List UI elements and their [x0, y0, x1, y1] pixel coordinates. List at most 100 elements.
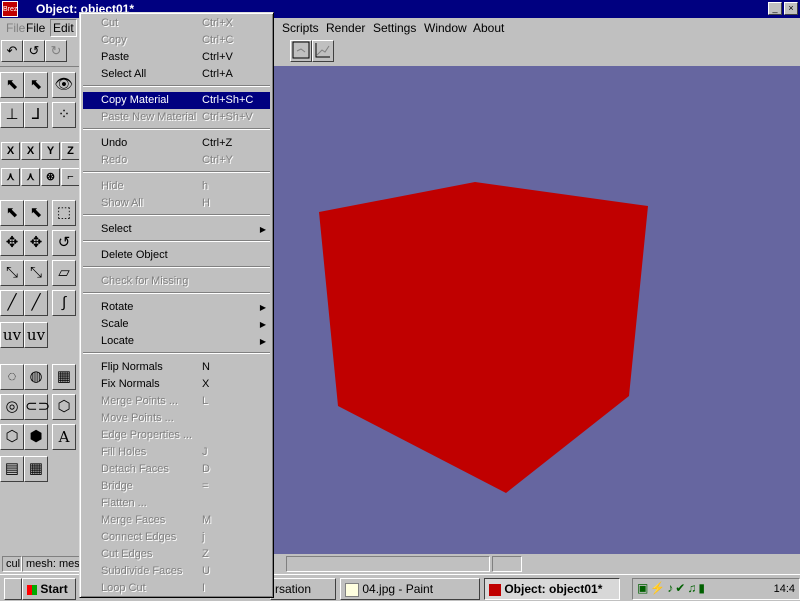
menu-item-label: Cut — [101, 17, 119, 29]
menu-item-shortcut: Ctrl+Y — [202, 154, 233, 166]
points-icon[interactable]: ⁘ — [52, 102, 76, 128]
menu-item-paste[interactable]: Paste Ctrl+V — [83, 49, 270, 66]
menu-item-label: Undo — [101, 137, 128, 149]
menu-about[interactable]: About — [471, 20, 506, 36]
quick-launch-icon[interactable] — [4, 578, 22, 600]
axis-x-button[interactable]: X — [1, 142, 20, 160]
text-tool-button[interactable]: A — [52, 424, 76, 450]
menu-item-hide: Hide h — [83, 178, 270, 195]
task-paint[interactable]: 04.jpg - Paint — [340, 578, 480, 600]
sphere-icon[interactable]: ◍ — [24, 364, 48, 390]
menu-item-label: Paste — [101, 51, 130, 63]
clock[interactable]: 14:4 — [774, 581, 795, 597]
scale-icon[interactable]: ⤡ — [0, 260, 24, 286]
menu-item-select[interactable]: Select ▶ — [83, 221, 270, 238]
curve-icon[interactable]: ∫ — [52, 290, 76, 316]
hexagon-outline-icon[interactable]: ⬡ — [0, 424, 24, 450]
scale-alt-icon[interactable]: ⤡ — [24, 260, 48, 286]
axis-y-button[interactable]: Y — [41, 142, 60, 160]
cylinder-icon[interactable]: ◎ — [0, 394, 24, 420]
redo-icon[interactable]: ↻ — [45, 40, 67, 62]
select-arrow-alt-icon[interactable]: ⬉ — [24, 72, 48, 98]
eye-icon[interactable]: 👁 — [52, 72, 76, 98]
axis-x2-button[interactable]: X — [21, 142, 40, 160]
marquee-select-icon[interactable]: ⬚ — [52, 200, 76, 226]
menu-item-flip-normals[interactable]: Flip Normals N — [83, 359, 270, 376]
undo-curve-icon[interactable]: ↺ — [23, 40, 45, 62]
system-tray: ▣⚡♪✔♫▮ 14:4 — [632, 578, 800, 600]
uv-button[interactable]: uv — [0, 322, 24, 348]
start-button[interactable]: Start — [22, 578, 76, 600]
geosphere-icon[interactable]: ⬡ — [52, 394, 76, 420]
table-alt-icon[interactable]: ▦ — [24, 456, 48, 482]
menu-item-fix-normals[interactable]: Fix Normals X — [83, 376, 270, 393]
axis-icon[interactable]: ⊥ — [0, 102, 24, 128]
menu-item-shortcut: J — [202, 446, 208, 458]
menu-item-label: Detach Faces — [101, 463, 169, 475]
task-object[interactable]: Object: object01* — [484, 578, 620, 600]
menu-file[interactable]: File — [24, 20, 47, 36]
rotate-icon[interactable]: ↺ — [52, 230, 76, 256]
menu-item-copy-material[interactable]: Copy Material Ctrl+Sh+C — [83, 92, 270, 109]
menu-item-shortcut: L — [202, 395, 209, 407]
corner-icon[interactable]: ⌐ — [61, 168, 80, 186]
red-cube — [319, 182, 648, 493]
app-icon[interactable]: Brez — [2, 1, 18, 17]
menu-item-select-all[interactable]: Select All Ctrl+A — [83, 66, 270, 83]
3d-viewport[interactable] — [272, 66, 800, 554]
menu-item-redo: Redo Ctrl+Y — [83, 152, 270, 169]
menu-item-rotate[interactable]: Rotate ▶ — [83, 299, 270, 316]
render-icon[interactable] — [290, 40, 312, 62]
menu-item-locate[interactable]: Locate ▶ — [83, 333, 270, 350]
menu-item-shortcut: Ctrl+X — [202, 17, 233, 29]
menu-item-undo[interactable]: Undo Ctrl+Z — [83, 135, 270, 152]
constraint-icon[interactable]: ⋏ — [1, 168, 20, 186]
shear-icon[interactable]: ▱ — [52, 260, 76, 286]
menu-item-delete-object[interactable]: Delete Object — [83, 247, 270, 264]
pick-icon[interactable]: ⬉ — [0, 200, 24, 226]
windows-logo-icon — [27, 584, 37, 595]
tool-palette: ⬉ ⬉ 👁 ⊥ ⅃ ⁘ X X Y Z ⋏ ⋏ ⊛ ⌐ ⬉ ⬉ ⬚ ✥ ✥ ↺ … — [0, 68, 80, 548]
menu-edit[interactable]: Edit — [50, 19, 77, 37]
axis-z-button[interactable]: Z — [61, 142, 80, 160]
menu-item-label: Rotate — [101, 301, 134, 313]
uv-alt-button[interactable]: uv — [24, 322, 48, 348]
move-icon[interactable]: ✥ — [0, 230, 24, 256]
menu-item-loop-cut: Loop Cut I — [83, 580, 270, 597]
torus-icon[interactable]: ◌ — [0, 364, 24, 390]
graph-icon[interactable] — [312, 40, 334, 62]
grid-plane-icon[interactable]: ▦ — [52, 364, 76, 390]
tray-icons[interactable]: ▣⚡♪✔♫▮ — [637, 581, 707, 595]
menu-item-label: Move Points ... — [101, 412, 174, 424]
menu-window[interactable]: Window — [422, 20, 469, 36]
minimize-button[interactable]: _ — [768, 2, 782, 15]
axis-corner-icon[interactable]: ⅃ — [24, 102, 48, 128]
menu-item-shortcut: Z — [202, 548, 209, 560]
status-field-1: cul — [2, 556, 22, 572]
submenu-arrow-icon: ▶ — [259, 320, 266, 329]
table-icon[interactable]: ▤ — [0, 456, 24, 482]
task-conversation[interactable]: rsation — [270, 578, 336, 600]
menu-item-scale[interactable]: Scale ▶ — [83, 316, 270, 333]
menu-item-copy: Copy Ctrl+C — [83, 32, 270, 49]
pick-alt-icon[interactable]: ⬉ — [24, 200, 48, 226]
menu-item-shortcut: X — [202, 378, 210, 390]
menu-item-shortcut: Ctrl+C — [202, 34, 234, 46]
menu-separator — [83, 292, 270, 294]
line-icon[interactable]: ╱ — [0, 290, 24, 316]
line-alt-icon[interactable]: ╱ — [24, 290, 48, 316]
menu-scripts[interactable]: Scripts — [280, 20, 321, 36]
move-alt-icon[interactable]: ✥ — [24, 230, 48, 256]
menu-item-move-points: Move Points ... — [83, 410, 270, 427]
select-arrow-icon[interactable]: ⬉ — [0, 72, 24, 98]
constraint-alt-icon[interactable]: ⋏ — [21, 168, 40, 186]
menu-item-cut: Cut Ctrl+X — [83, 15, 270, 32]
menu-item-label: Flatten ... — [101, 497, 147, 509]
hexagon-icon[interactable]: ⬢ — [24, 424, 48, 450]
menu-settings[interactable]: Settings — [371, 20, 418, 36]
menu-render[interactable]: Render — [324, 20, 367, 36]
close-button[interactable]: × — [784, 2, 798, 15]
constraint-circle-icon[interactable]: ⊛ — [41, 168, 60, 186]
capsule-icon[interactable]: ⊂⊃ — [24, 394, 50, 420]
undo-icon[interactable]: ↶ — [1, 40, 23, 62]
